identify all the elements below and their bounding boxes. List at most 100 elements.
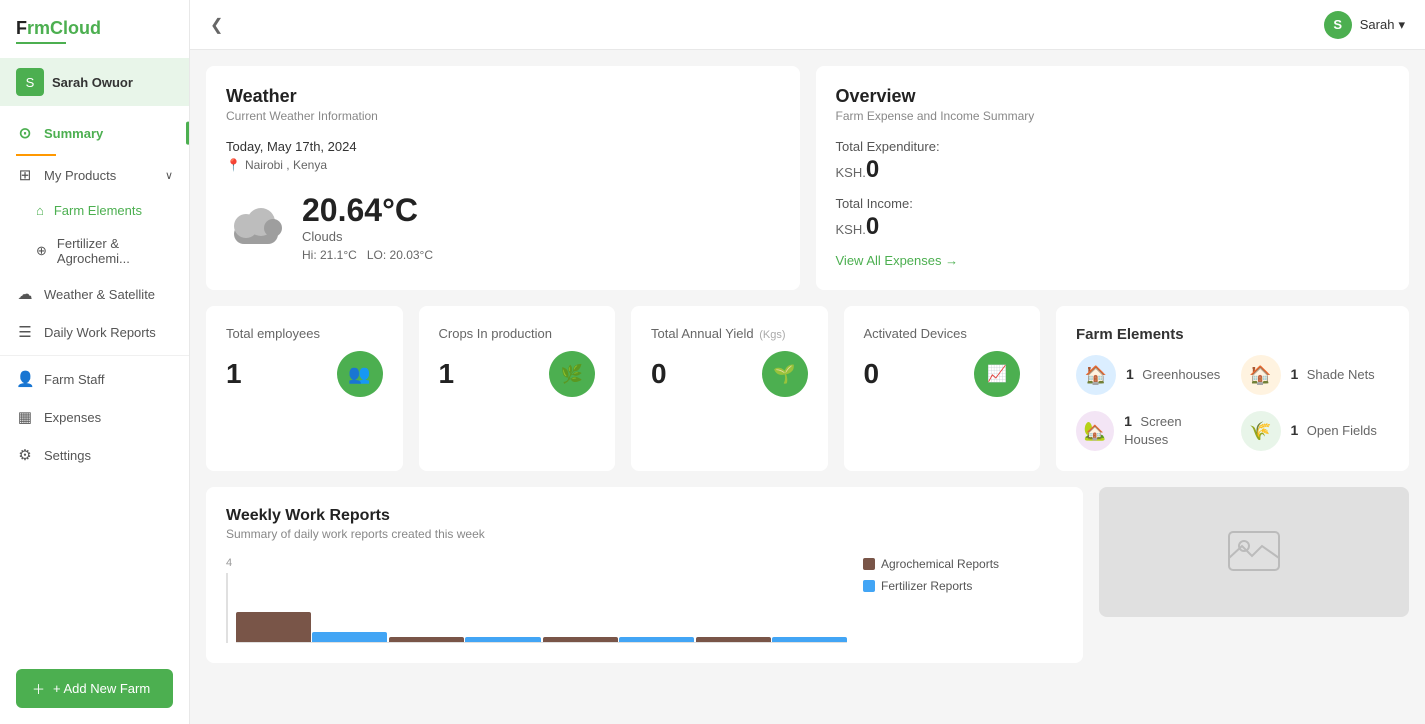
farm-element-open-fields: 🌾 1 Open Fields <box>1241 411 1390 451</box>
topbar-username: Sarah <box>1360 17 1395 32</box>
app-logo: FrmCloud <box>0 0 189 54</box>
weekly-title: Weekly Work Reports <box>226 507 1063 525</box>
add-farm-button[interactable]: ＋ + Add New Farm <box>16 669 173 708</box>
view-expenses-text: View All Expenses → <box>836 253 959 268</box>
daily-reports-icon: ☰ <box>16 323 34 341</box>
bar-tue <box>389 637 540 642</box>
legend-label-fert: Fertilizer Reports <box>881 579 972 593</box>
farm-element-shade-nets: 🏠 1 Shade Nets <box>1241 355 1390 395</box>
stat-icon-crops: 🌿 <box>549 351 595 397</box>
sidebar-item-farm-elements[interactable]: ⌂ Farm Elements <box>0 194 189 227</box>
weather-hilo: Hi: 21.1°C LO: 20.03°C <box>302 248 433 262</box>
open-fields-label: Open Fields <box>1307 423 1377 438</box>
weather-lo: LO: 20.03°C <box>367 248 433 262</box>
screen-houses-icon: 🏡 <box>1076 411 1114 451</box>
chevron-down-icon: ∨ <box>165 169 173 182</box>
overview-title: Overview <box>836 86 1390 107</box>
open-fields-icon: 🌾 <box>1241 411 1281 451</box>
sidebar-nav: ⊙ Summary ⊞ My Products ∨ ⌂ Farm Element… <box>0 110 189 657</box>
weather-temperature: 20.64°C <box>302 192 433 229</box>
sidebar-item-farm-staff[interactable]: 👤 Farm Staff <box>0 360 189 398</box>
shade-nets-icon: 🏠 <box>1241 355 1281 395</box>
bar-wed <box>543 637 694 642</box>
stat-value-row-employees: 1 👥 <box>226 351 383 397</box>
stat-icon-employees: 👥 <box>337 351 383 397</box>
dropdown-chevron-icon: ▾ <box>1398 17 1405 33</box>
app-name: rmCloud <box>27 18 101 38</box>
weather-card: Weather Current Weather Information Toda… <box>206 66 800 290</box>
weather-cloud-icon <box>226 202 286 252</box>
sidebar-item-settings[interactable]: ⚙ Settings <box>0 436 189 474</box>
sidebar-item-expenses[interactable]: ▦ Expenses <box>0 398 189 436</box>
sidebar-item-label-settings: Settings <box>44 448 91 463</box>
stat-value-devices: 0 <box>864 358 880 390</box>
add-farm-plus-icon: ＋ <box>32 679 45 698</box>
expenditure-prefix: KSH. <box>836 165 866 180</box>
bar-mon-fert <box>312 632 387 642</box>
stat-label-devices: Activated Devices <box>864 326 1021 341</box>
stat-label-employees: Total employees <box>226 326 383 341</box>
topbar-right: S Sarah ▾ <box>1324 11 1405 39</box>
open-fields-count: 1 <box>1291 422 1299 438</box>
shade-nets-info: 1 Shade Nets <box>1291 366 1375 384</box>
nav-divider-1 <box>0 355 189 356</box>
stat-card-yield: Total Annual Yield (Kgs) 0 🌱 <box>631 306 828 471</box>
expenditure-label: Total Expenditure: <box>836 139 1390 154</box>
shade-nets-label: Shade Nets <box>1307 367 1375 382</box>
chart-bar-group <box>236 612 847 642</box>
top-cards-row: Weather Current Weather Information Toda… <box>206 66 1409 290</box>
stat-card-crops: Crops In production 1 🌿 <box>419 306 616 471</box>
legend-item-fert: Fertilizer Reports <box>863 579 1063 593</box>
sidebar-item-label-summary: Summary <box>44 126 103 141</box>
weather-date: Today, May 17th, 2024 <box>226 139 780 154</box>
screen-houses-info: 1 Screen Houses <box>1124 413 1224 449</box>
bar-thu-agro <box>696 637 771 642</box>
my-products-icon: ⊞ <box>16 166 34 184</box>
sidebar-item-weather[interactable]: ☁ Weather & Satellite <box>0 275 189 313</box>
user-avatar-sidebar: S <box>16 68 44 96</box>
logo-underline <box>16 42 66 44</box>
settings-icon: ⚙ <box>16 446 34 464</box>
sidebar-item-summary[interactable]: ⊙ Summary <box>0 114 189 152</box>
legend-area: Agrochemical Reports Fertilizer Reports <box>863 557 1063 643</box>
bar-tue-agro <box>389 637 464 642</box>
farm-elements-card: Farm Elements 🏠 1 Greenhouses 🏠 <box>1056 306 1409 471</box>
legend-dot-fert <box>863 580 875 592</box>
weekly-subtitle: Summary of daily work reports created th… <box>226 527 1063 541</box>
chart-area: 4 <box>226 557 847 643</box>
sidebar-username: Sarah Owuor <box>52 75 133 90</box>
sidebar-item-fertilizer[interactable]: ⊕ Fertilizer & Agrochemi... <box>0 227 189 275</box>
screen-houses-label: Screen Houses <box>1124 414 1181 447</box>
expenditure-value: KSH.0 <box>836 156 1390 184</box>
weather-hi: Hi: 21.1°C <box>302 248 357 262</box>
sidebar-item-daily-reports[interactable]: ☰ Daily Work Reports <box>0 313 189 351</box>
weather-icon: ☁ <box>16 285 34 303</box>
bar-thu-fert <box>772 637 847 642</box>
stat-card-devices: Activated Devices 0 📈 <box>844 306 1041 471</box>
sidebar-item-label-expenses: Expenses <box>44 410 101 425</box>
sidebar-user[interactable]: S Sarah Owuor <box>0 58 189 106</box>
fertilizer-icon: ⊕ <box>36 243 47 259</box>
weather-subtitle: Current Weather Information <box>226 109 780 123</box>
weekly-reports-card: Weekly Work Reports Summary of daily wor… <box>206 487 1083 663</box>
view-expenses-link[interactable]: View All Expenses → <box>836 253 959 268</box>
topbar: ❮ S Sarah ▾ <box>190 0 1425 50</box>
sidebar: FrmCloud S Sarah Owuor ⊙ Summary ⊞ My Pr… <box>0 0 190 724</box>
image-placeholder <box>1099 487 1409 617</box>
sidebar-item-my-products[interactable]: ⊞ My Products ∨ <box>0 156 189 194</box>
chart-bars <box>236 612 847 643</box>
weekly-content: 4 <box>226 557 1063 643</box>
greenhouses-count: 1 <box>1126 366 1134 382</box>
sidebar-collapse-button[interactable]: ❮ <box>210 15 223 35</box>
stat-label-crops: Crops In production <box>439 326 596 341</box>
user-dropdown[interactable]: Sarah ▾ <box>1360 17 1405 33</box>
expenses-icon: ▦ <box>16 408 34 426</box>
farm-element-greenhouses: 🏠 1 Greenhouses <box>1076 355 1225 395</box>
bottom-row: Weekly Work Reports Summary of daily wor… <box>206 487 1409 679</box>
sidebar-item-label-weather: Weather & Satellite <box>44 287 155 302</box>
stats-row: Total employees 1 👥 Crops In production … <box>206 306 1409 471</box>
weather-location-text: Nairobi , Kenya <box>245 158 327 172</box>
stat-value-crops: 1 <box>439 358 455 390</box>
stat-label-yield: Total Annual Yield (Kgs) <box>651 326 808 341</box>
legend-label-agro: Agrochemical Reports <box>881 557 999 571</box>
